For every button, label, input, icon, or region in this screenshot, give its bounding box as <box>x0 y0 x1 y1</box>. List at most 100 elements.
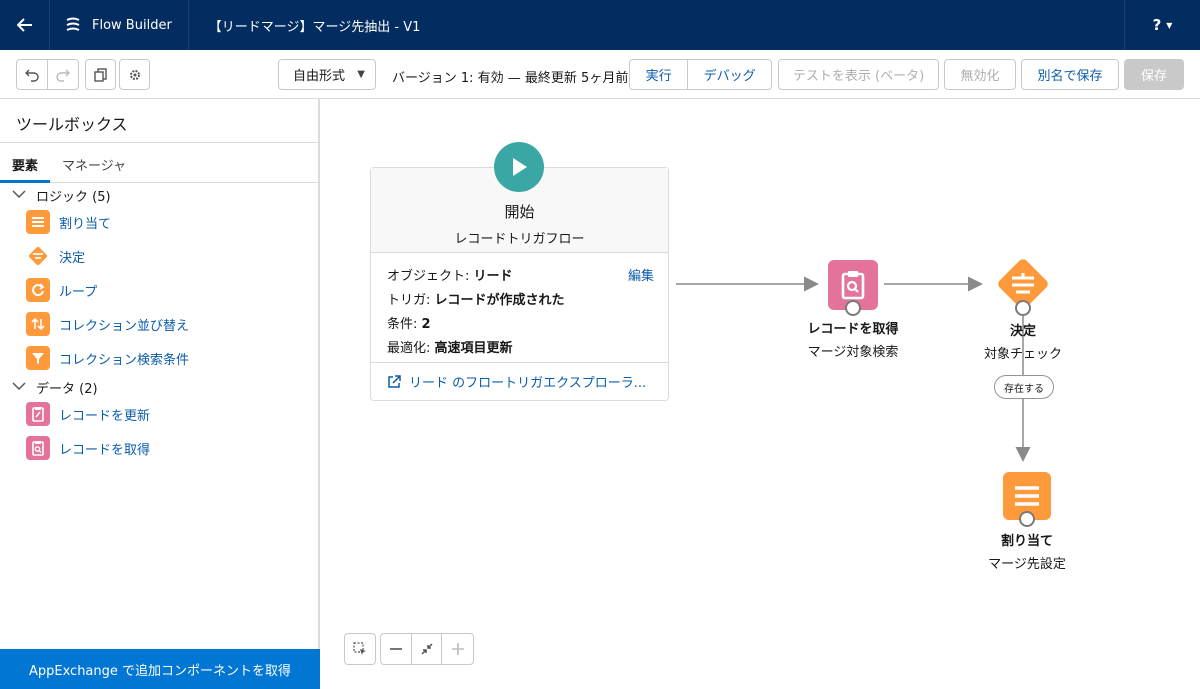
tab-manager[interactable]: マネージャ <box>50 143 138 183</box>
node-type-label: 決定 <box>1009 324 1036 339</box>
collection-sort-icon <box>26 312 50 336</box>
sidebar-item-label: レコードを取得 <box>59 442 151 458</box>
redo-button[interactable] <box>48 60 78 89</box>
chevron-down-icon: ▼ <box>357 69 365 80</box>
view-tests-button[interactable]: テストを表示 (ベータ) <box>778 59 939 90</box>
toolbox-title: ツールボックス <box>0 99 318 143</box>
zoom-in-button[interactable] <box>442 634 473 664</box>
deactivate-button[interactable]: 無効化 <box>944 59 1016 90</box>
debug-button[interactable]: デバッグ <box>688 60 771 89</box>
sidebar-item-label: 割り当て <box>59 216 112 232</box>
sidebar-item-label: ループ <box>59 284 98 300</box>
toolbar: 自由形式 ▼ バージョン 1: 有効 — 最終更新 5ヶ月前 実行 デバッグ テ… <box>0 50 1200 99</box>
start-node-icon <box>494 142 544 192</box>
detail-key: 最適化: <box>387 341 431 356</box>
detail-key: 条件: <box>387 317 418 332</box>
flow-canvas[interactable]: 開始 レコードトリガフロー オブジェクト: リード トリガ: レコードが作成され… <box>322 99 1200 689</box>
section-logic-header[interactable]: ロジック (5) <box>0 185 318 205</box>
assignment-icon <box>26 210 50 234</box>
external-link-icon <box>388 374 401 388</box>
undo-icon <box>24 69 39 82</box>
detail-value: 2 <box>421 317 431 332</box>
start-node-card[interactable]: 開始 レコードトリガフロー オブジェクト: リード トリガ: レコードが作成され… <box>370 167 669 401</box>
sidebar-item-get-records[interactable]: レコードを取得 <box>0 431 318 465</box>
flow-title: 【リードマージ】マージ先抽出 - V1 <box>208 19 421 35</box>
section-data-header[interactable]: データ (2) <box>0 377 318 397</box>
chevron-down-icon <box>12 188 28 203</box>
detail-key: トリガ: <box>387 293 431 308</box>
sidebar-item-decision[interactable]: 決定 <box>0 239 318 273</box>
global-header: Flow Builder 【リードマージ】マージ先抽出 - V1 ? ▼ <box>0 0 1200 50</box>
detail-row-optimization: 最適化: 高速項目更新 <box>387 337 652 361</box>
detail-key: オブジェクト: <box>387 269 470 284</box>
decision-icon <box>26 244 50 268</box>
start-node-title: 開始 <box>504 203 535 221</box>
node-name-label: マージ対象検索 <box>807 345 899 360</box>
tab-elements[interactable]: 要素 <box>0 143 51 183</box>
update-records-icon <box>26 402 50 426</box>
connector-handle[interactable] <box>1015 300 1031 316</box>
help-label: ? <box>1152 16 1162 34</box>
node-type-label: 割り当て <box>1000 534 1053 549</box>
detail-value: レコードが作成された <box>434 293 565 308</box>
plus-icon <box>451 643 464 655</box>
help-menu-button[interactable]: ? ▼ <box>1124 0 1200 50</box>
appexchange-button[interactable]: AppExchange で追加コンポーネントを取得 <box>0 649 320 689</box>
sidebar-item-label: コレクション検索条件 <box>59 352 190 368</box>
connector-handle[interactable] <box>845 300 861 316</box>
toolbox-tabs: 要素 マネージャ <box>0 143 318 183</box>
play-icon <box>513 158 527 176</box>
sidebar-item-label: 決定 <box>59 250 86 266</box>
decision-label: 決定 対象チェック <box>943 320 1103 362</box>
sidebar-item-label: コレクション並び替え <box>59 318 190 334</box>
save-as-button[interactable]: 別名で保存 <box>1021 59 1119 90</box>
select-elements-button[interactable] <box>345 634 375 664</box>
node-name-label: マージ先設定 <box>988 557 1066 572</box>
node-name-label: 対象チェック <box>983 347 1062 362</box>
sidebar-item-collection-sort[interactable]: コレクション並び替え <box>0 307 318 341</box>
start-node-details: オブジェクト: リード トリガ: レコードが作成された 条件: 2 最適化: 高… <box>371 253 668 363</box>
run-debug-group: 実行 デバッグ <box>629 59 772 90</box>
gear-icon <box>129 69 140 80</box>
fit-to-view-button[interactable] <box>412 634 443 664</box>
sidebar-item-loop[interactable]: ループ <box>0 273 318 307</box>
assignment-icon <box>1015 486 1039 506</box>
version-status: バージョン 1: 有効 — 最終更新 5ヶ月前 <box>392 71 629 86</box>
settings-button[interactable] <box>119 59 150 90</box>
save-button[interactable]: 保存 <box>1124 59 1184 90</box>
sidebar-item-assignment[interactable]: 割り当て <box>0 205 318 239</box>
undo-button[interactable] <box>17 60 48 89</box>
detail-row-conditions: 条件: 2 <box>387 313 652 337</box>
marquee-select-icon <box>353 642 366 655</box>
redo-icon <box>56 69 70 82</box>
chevron-down-icon: ▼ <box>1166 20 1173 30</box>
edit-start-link[interactable]: 編集 <box>628 265 654 289</box>
flow-builder-logo-icon <box>66 17 80 31</box>
get-records-icon <box>26 436 50 460</box>
layout-select[interactable]: 自由形式 ▼ <box>278 59 376 90</box>
back-arrow-icon <box>16 18 32 32</box>
toolbox-panel: ツールボックス 要素 マネージャ ロジック (5) 割り当て 決定 ループ コレ… <box>0 99 320 689</box>
trigger-explorer-link[interactable]: リード のフロートリガエクスプローラ... <box>371 363 668 400</box>
loop-icon <box>26 278 50 302</box>
start-node-subtitle: レコードトリガフロー <box>454 232 585 247</box>
decision-outcome-badge[interactable]: 存在する <box>994 375 1054 399</box>
sidebar-item-label: レコードを更新 <box>59 408 151 424</box>
back-button[interactable] <box>0 0 50 50</box>
chevron-down-icon <box>12 380 28 395</box>
copy-button[interactable] <box>85 59 116 90</box>
minus-icon <box>389 648 402 650</box>
connector-handle[interactable] <box>1019 511 1035 527</box>
detail-row-object: オブジェクト: リード <box>387 265 652 289</box>
detail-value: リード <box>473 269 513 284</box>
copy-icon <box>93 67 107 82</box>
trigger-explorer-label: リード のフロートリガエクスプローラ... <box>409 376 647 391</box>
get-records-icon <box>841 271 865 300</box>
run-button[interactable]: 実行 <box>630 60 689 89</box>
sidebar-item-collection-filter[interactable]: コレクション検索条件 <box>0 341 318 375</box>
zoom-controls <box>380 633 474 665</box>
section-data-label: データ (2) <box>36 381 98 397</box>
sidebar-item-update-records[interactable]: レコードを更新 <box>0 397 318 431</box>
layout-select-value: 自由形式 <box>293 69 346 84</box>
zoom-out-button[interactable] <box>381 634 412 664</box>
